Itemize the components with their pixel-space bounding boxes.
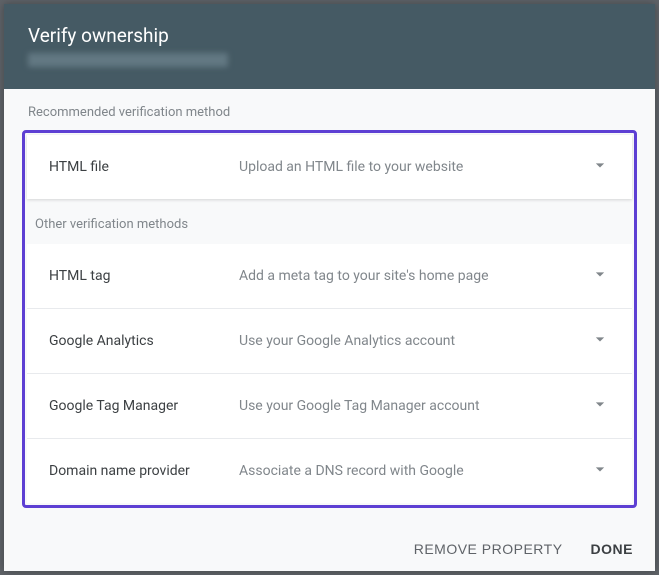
dialog-footer: REMOVE PROPERTY DONE (4, 527, 655, 571)
property-url-blurred (28, 53, 228, 67)
chevron-down-icon (590, 155, 610, 179)
method-desc: Use your Google Tag Manager account (239, 398, 582, 414)
method-name: Google Tag Manager (49, 398, 239, 414)
method-name: Domain name provider (49, 463, 239, 479)
verify-ownership-dialog: Verify ownership Recommended verificatio… (4, 4, 655, 571)
method-name: Google Analytics (49, 333, 239, 349)
method-google-tag-manager[interactable]: Google Tag Manager Use your Google Tag M… (27, 374, 632, 439)
dialog-header: Verify ownership (4, 4, 655, 89)
dialog-title: Verify ownership (28, 24, 631, 47)
chevron-down-icon (590, 394, 610, 418)
method-name: HTML tag (49, 268, 239, 284)
method-google-analytics[interactable]: Google Analytics Use your Google Analyti… (27, 309, 632, 374)
method-desc: Use your Google Analytics account (239, 333, 582, 349)
method-desc: Add a meta tag to your site's home page (239, 268, 582, 284)
chevron-down-icon (590, 264, 610, 288)
other-methods-list: HTML tag Add a meta tag to your site's h… (27, 244, 632, 503)
recommended-method-card: HTML file Upload an HTML file to your we… (27, 135, 632, 199)
other-section-label: Other verification methods (27, 199, 632, 244)
method-name: HTML file (49, 159, 239, 175)
methods-highlighted-area: HTML file Upload an HTML file to your we… (22, 130, 637, 508)
remove-property-button[interactable]: REMOVE PROPERTY (414, 541, 563, 557)
chevron-down-icon (590, 329, 610, 353)
chevron-down-icon (590, 459, 610, 483)
method-desc: Upload an HTML file to your website (239, 159, 582, 175)
dialog-content: Recommended verification method HTML fil… (4, 89, 655, 527)
recommended-section-label: Recommended verification method (4, 89, 655, 130)
method-domain-name-provider[interactable]: Domain name provider Associate a DNS rec… (27, 439, 632, 503)
method-desc: Associate a DNS record with Google (239, 463, 582, 479)
done-button[interactable]: DONE (591, 541, 633, 557)
method-html-tag[interactable]: HTML tag Add a meta tag to your site's h… (27, 244, 632, 309)
method-html-file[interactable]: HTML file Upload an HTML file to your we… (27, 135, 632, 199)
